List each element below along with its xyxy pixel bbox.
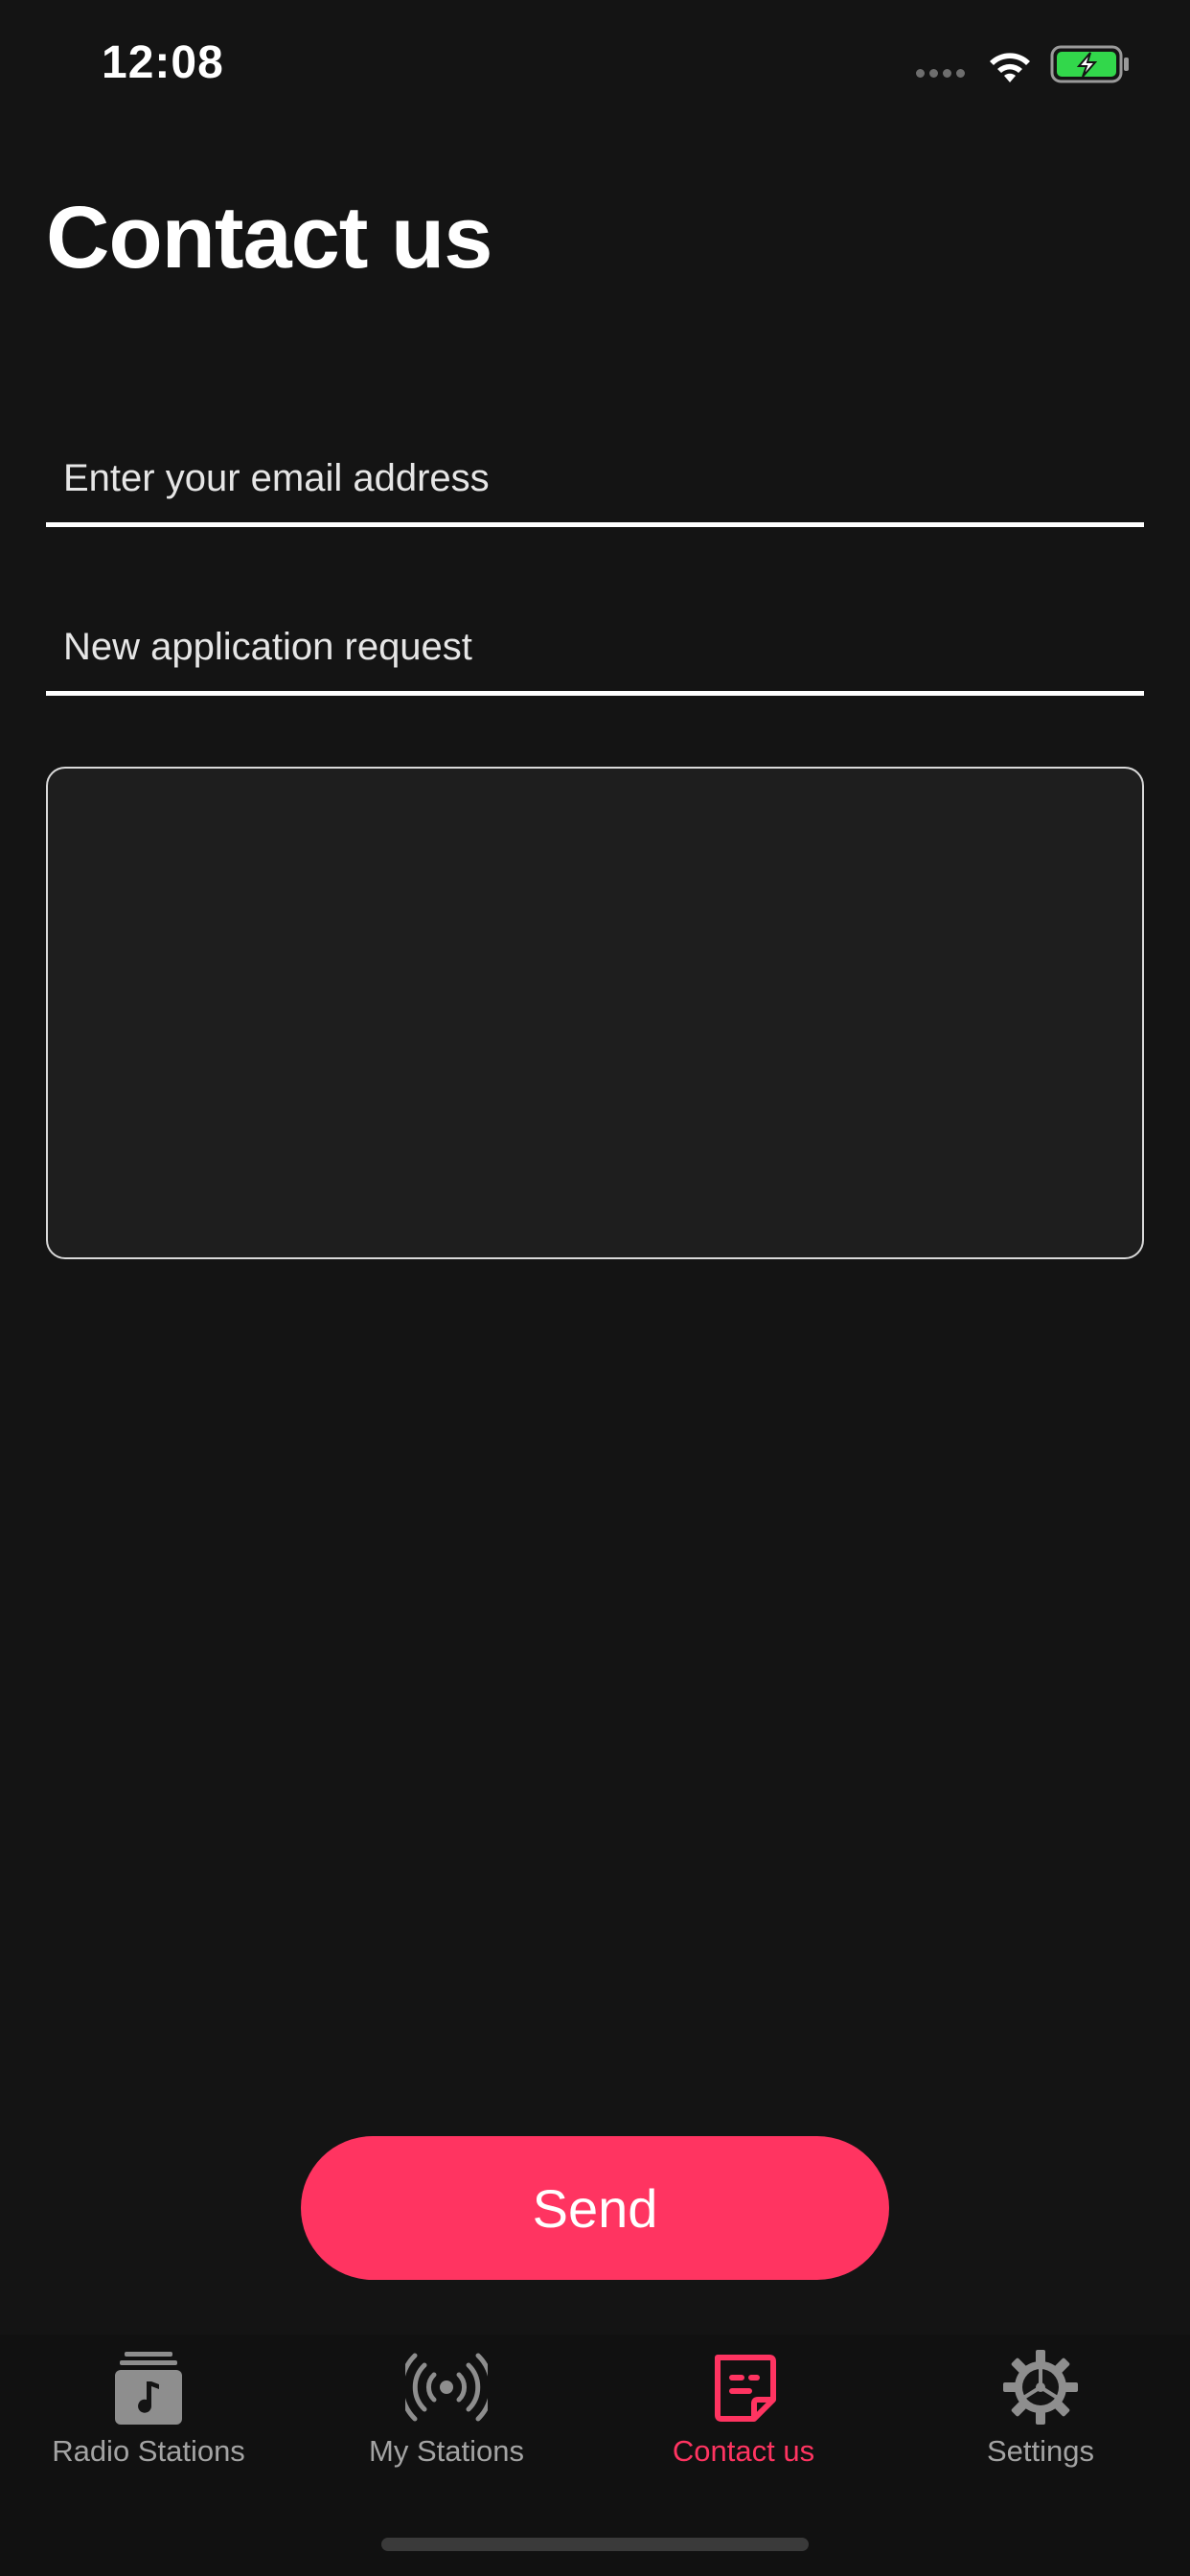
tab-contact-us-label: Contact us (672, 2434, 815, 2468)
subject-field[interactable] (46, 604, 1144, 696)
tab-my-stations-label: My Stations (369, 2434, 524, 2468)
home-indicator (381, 2538, 809, 2551)
tab-settings-label: Settings (986, 2434, 1094, 2468)
music-library-icon (115, 2352, 182, 2425)
note-icon (715, 2355, 776, 2422)
message-textarea[interactable] (46, 767, 1144, 1259)
tab-radio-stations[interactable]: Radio Stations (0, 2350, 297, 2484)
page-title: Contact us (46, 189, 492, 287)
tab-radio-stations-label: Radio Stations (52, 2434, 245, 2468)
status-bar: 12:08 (0, 0, 1190, 125)
send-button[interactable]: Send (301, 2136, 889, 2280)
gear-icon (1003, 2350, 1078, 2425)
battery-charging-icon (1050, 45, 1129, 83)
tab-settings[interactable]: Settings (892, 2350, 1189, 2484)
tab-contact-us[interactable]: Contact us (595, 2350, 892, 2484)
tab-my-stations[interactable]: My Stations (298, 2350, 595, 2484)
status-time: 12:08 (102, 37, 224, 88)
email-field[interactable] (46, 435, 1144, 527)
broadcast-icon (405, 2353, 488, 2422)
wifi-icon (990, 53, 1030, 82)
signal-dots-icon (916, 69, 965, 78)
